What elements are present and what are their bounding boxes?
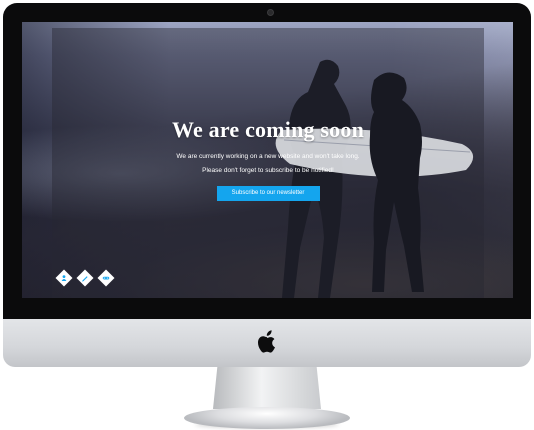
apple-logo-icon (258, 330, 275, 353)
subscribe-button[interactable]: Subscribe to our newsletter (216, 186, 320, 201)
hero: We are coming soon We are currently work… (82, 118, 454, 201)
stand-foot (184, 407, 350, 429)
notify-text: Please don't forget to subscribe to be n… (202, 167, 334, 174)
page-title: We are coming soon (171, 117, 365, 142)
imac-mockup: We are coming soon We are currently work… (0, 0, 534, 430)
screen: We are coming soon We are currently work… (22, 22, 513, 298)
intro-text: We are currently working on a new websit… (176, 153, 360, 160)
user-icon (61, 275, 67, 281)
link-icon (102, 276, 110, 280)
pencil-icon (82, 276, 88, 282)
stand-neck (213, 367, 321, 409)
webcam-icon (267, 9, 274, 16)
